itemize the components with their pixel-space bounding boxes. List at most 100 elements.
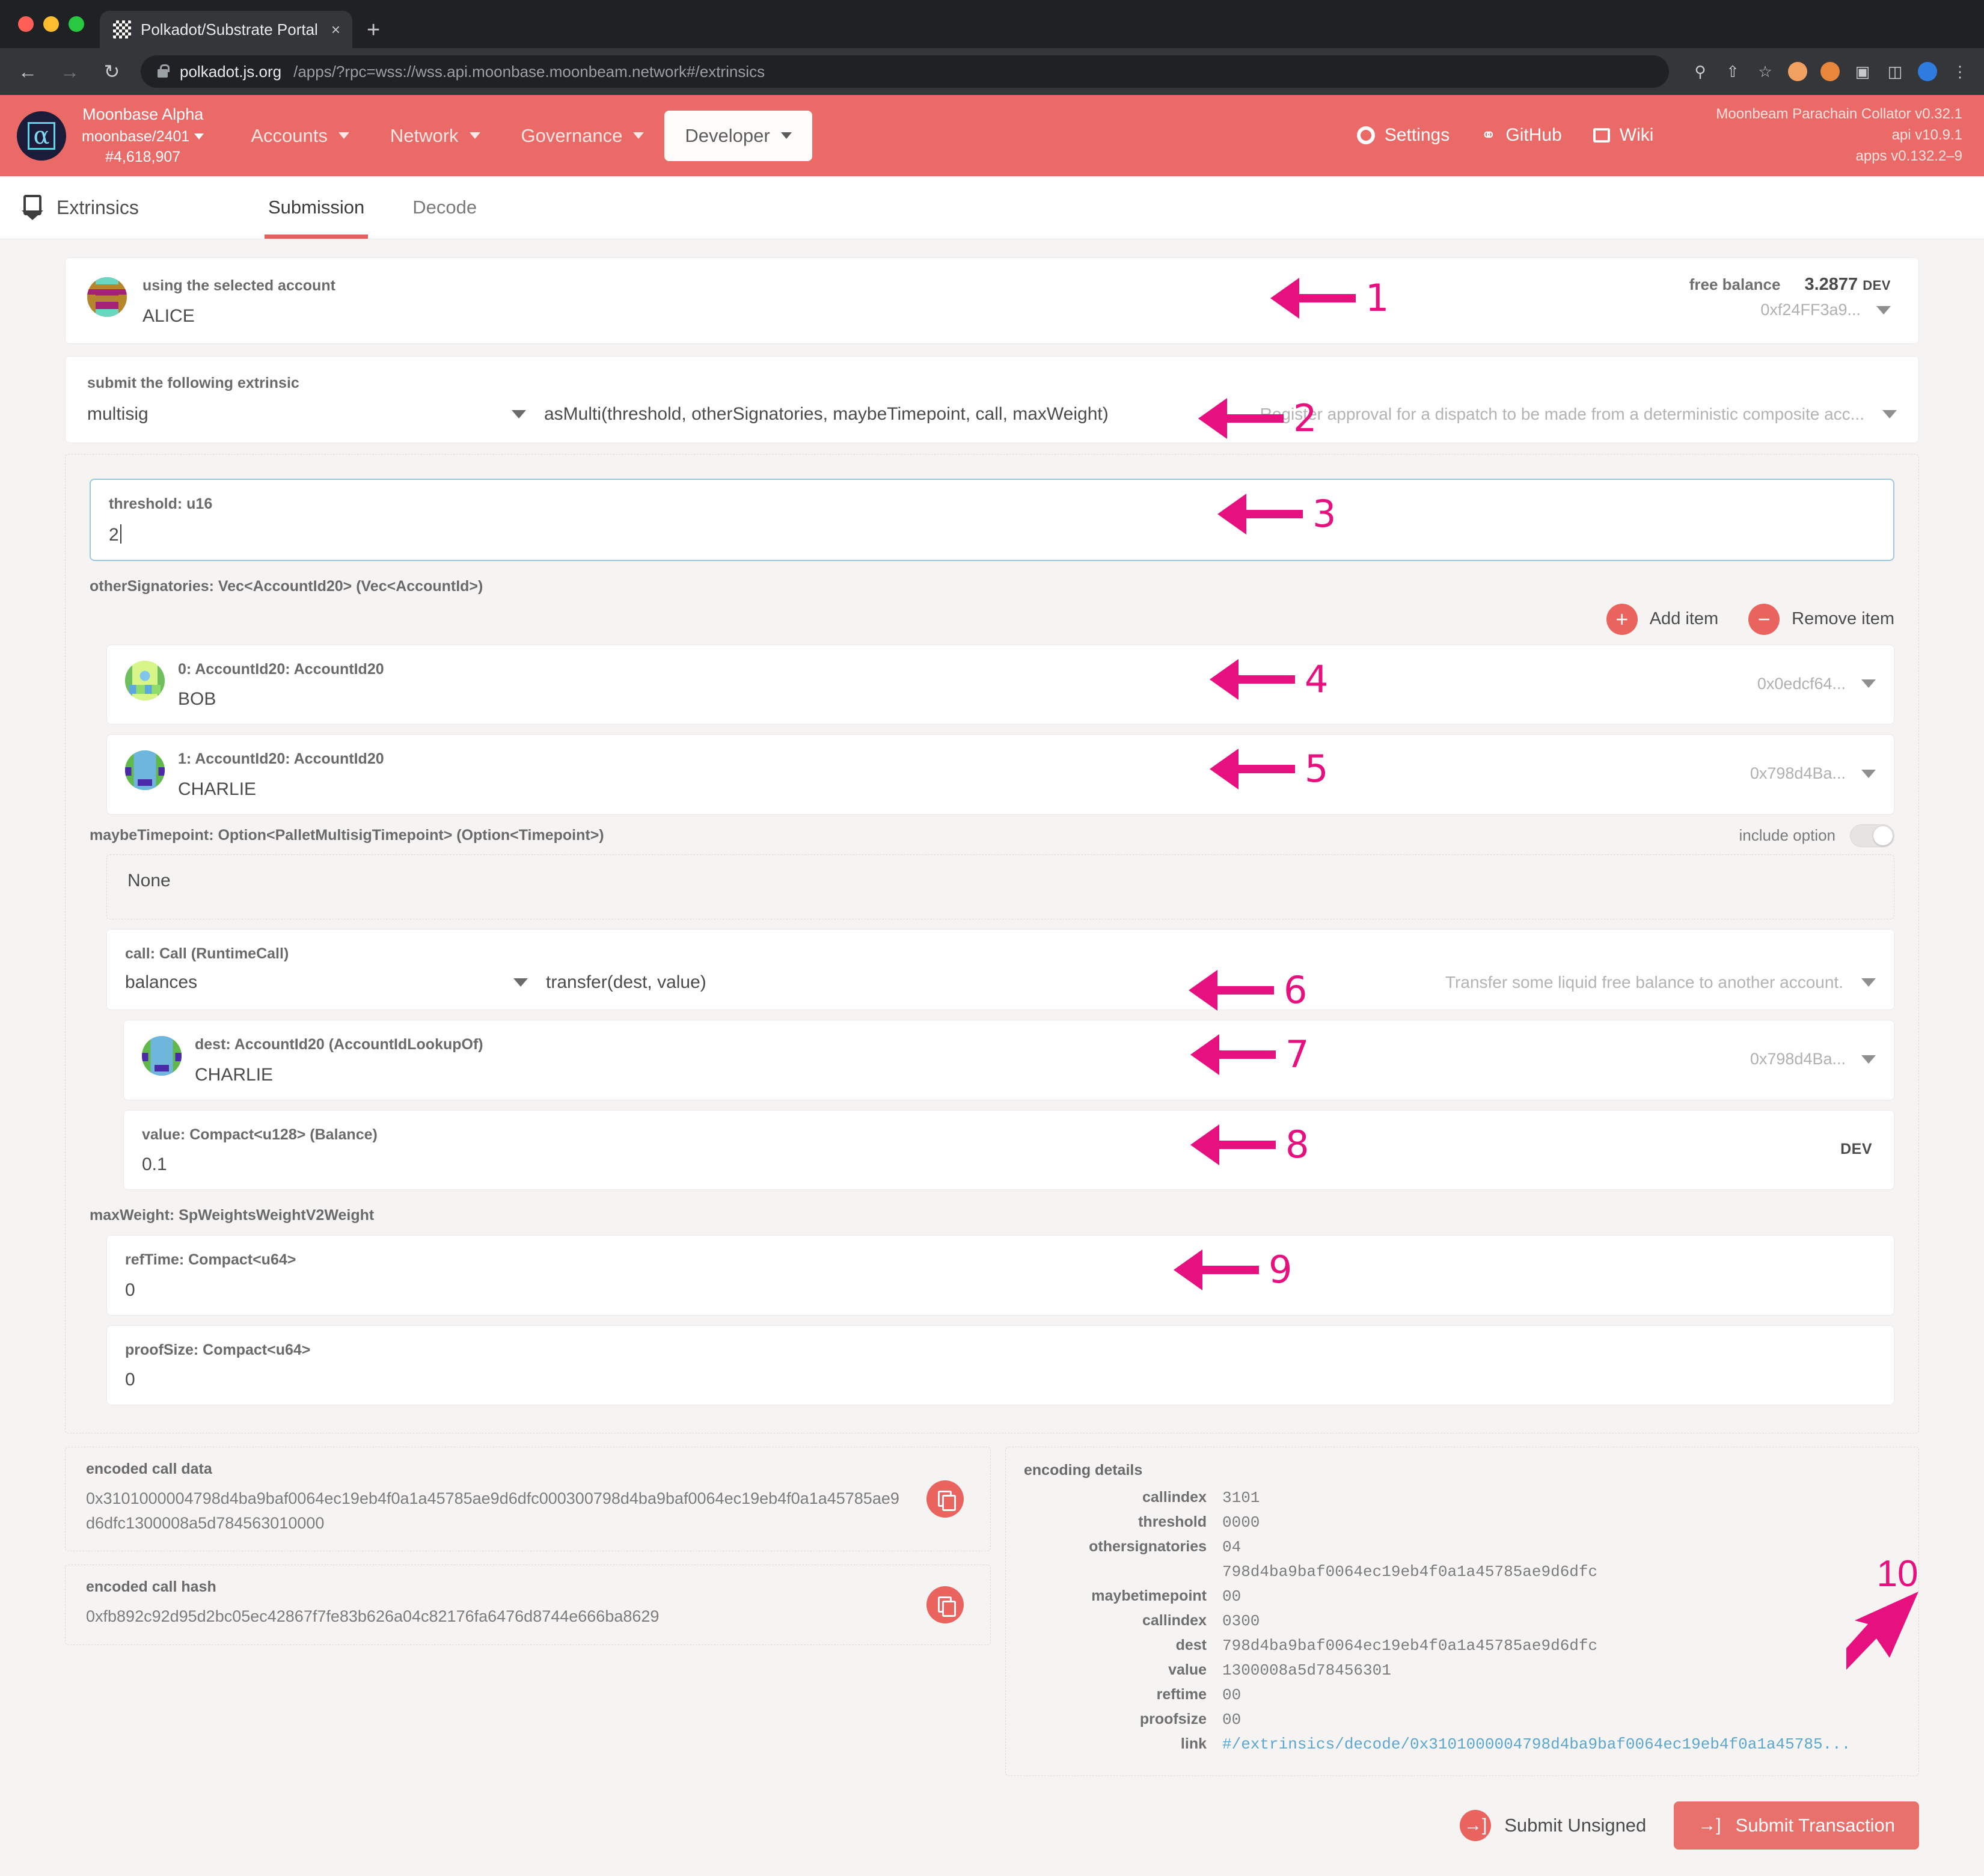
menu-icon[interactable]: ⋮ bbox=[1950, 62, 1970, 81]
chain-spec: moonbase/2401 bbox=[82, 127, 190, 145]
github-link[interactable]: ⚭ GitHub bbox=[1481, 125, 1562, 146]
remove-item-button[interactable]: − Remove item bbox=[1748, 603, 1894, 635]
maybe-timepoint-header: maybeTimepoint: Option<PalletMultisigTim… bbox=[90, 824, 1894, 847]
call-docs-select[interactable]: Transfer some liquid free balance to ano… bbox=[1445, 973, 1876, 992]
encoding-details-title: encoding details bbox=[1024, 1462, 1143, 1479]
detail-value: 00 bbox=[1222, 1587, 1242, 1605]
new-tab-button[interactable]: + bbox=[352, 17, 394, 48]
avatar bbox=[87, 277, 127, 317]
zoom-icon[interactable]: ⚲ bbox=[1691, 62, 1710, 81]
submit-icon: →] bbox=[1460, 1810, 1492, 1841]
signatory-row-0[interactable]: 0: AccountId20: AccountId20 BOB 0x0edcf6… bbox=[106, 644, 1894, 725]
call-section-select[interactable]: balances bbox=[125, 972, 546, 993]
url-path: /apps/?rpc=wss://wss.api.moonbase.moonbe… bbox=[293, 62, 765, 81]
address-bar[interactable]: polkadot.js.org/apps/?rpc=wss://wss.api.… bbox=[141, 55, 1669, 88]
extrinsic-section-value: multisig bbox=[87, 404, 148, 424]
browser-tabstrip: Polkadot/Substrate Portal × + bbox=[0, 0, 1984, 48]
call-dest-address-dropdown[interactable]: 0x798d4Ba... bbox=[1750, 1050, 1876, 1068]
decode-link[interactable]: #/extrinsics/decode/0x3101000004798d4ba9… bbox=[1222, 1735, 1851, 1753]
call-docs: Transfer some liquid free balance to ano… bbox=[1445, 973, 1843, 992]
account-value[interactable]: ALICE bbox=[142, 306, 335, 326]
account-address-dropdown[interactable]: 0xf24FF3a9... bbox=[1689, 301, 1891, 319]
submit-unsigned-label: Submit Unsigned bbox=[1504, 1815, 1647, 1836]
share-icon[interactable]: ⇧ bbox=[1723, 62, 1742, 81]
profile-icon[interactable] bbox=[1918, 62, 1937, 81]
chain-selector[interactable]: Moonbase Alpha moonbase/2401 #4,618,907 bbox=[82, 103, 204, 167]
include-option-label: include option bbox=[1739, 826, 1836, 844]
minus-icon: − bbox=[1748, 603, 1780, 635]
extrinsic-label: submit the following extrinsic bbox=[87, 374, 299, 391]
extrinsic-method-value[interactable]: asMulti(threshold, otherSignatories, may… bbox=[544, 404, 1109, 425]
tab-submission-label: Submission bbox=[268, 197, 365, 218]
call-value-field[interactable]: value: Compact<u128> (Balance) 0.1 DEV 8 bbox=[123, 1109, 1894, 1190]
nav-label-network: Network bbox=[390, 124, 459, 146]
tab-decode[interactable]: Decode bbox=[388, 176, 501, 239]
annotation-10: 10 bbox=[1846, 1556, 1930, 1676]
copy-call-hash-button[interactable] bbox=[926, 1586, 964, 1623]
reload-icon[interactable]: ↻ bbox=[99, 60, 125, 83]
free-balance-label: free balance bbox=[1689, 275, 1781, 293]
detail-value: 3101 bbox=[1222, 1489, 1260, 1507]
version-apps: apps v0.132.2–9 bbox=[1855, 147, 1962, 164]
chevron-down-icon bbox=[513, 978, 528, 987]
wiki-link[interactable]: Wiki bbox=[1593, 125, 1653, 146]
maximize-window-button[interactable] bbox=[69, 16, 84, 32]
signatory-1-address-dropdown[interactable]: 0x798d4Ba... bbox=[1750, 764, 1876, 783]
settings-label: Settings bbox=[1384, 125, 1450, 146]
detail-row-link: link #/extrinsics/decode/0x3101000004798d… bbox=[1024, 1735, 1894, 1753]
detail-key: othersignatories bbox=[1089, 1538, 1207, 1555]
omnibar-icons: ⚲ ⇧ ☆ ▣ ◫ ⋮ bbox=[1685, 62, 1970, 81]
detail-row: 798d4ba9baf0064ec19eb4f0a1a45785ae9d6dfc bbox=[1024, 1563, 1894, 1581]
chevron-down-icon bbox=[1861, 978, 1876, 987]
call-dest-field[interactable]: dest: AccountId20 (AccountIdLookupOf) CH… bbox=[123, 1020, 1894, 1100]
detail-value: 04 bbox=[1222, 1538, 1242, 1556]
nav-item-accounts[interactable]: Accounts bbox=[230, 108, 370, 164]
copy-icon bbox=[938, 1596, 956, 1617]
call-value-input: 0.1 bbox=[142, 1154, 167, 1174]
threshold-field[interactable]: threshold: u16 2 3 bbox=[90, 479, 1894, 561]
extension-orange-icon[interactable] bbox=[1788, 62, 1807, 81]
submit-unsigned-button[interactable]: →] Submit Unsigned bbox=[1460, 1810, 1646, 1841]
detail-value: 00 bbox=[1222, 1686, 1242, 1704]
submit-transaction-button[interactable]: →] Submit Transaction bbox=[1674, 1801, 1919, 1850]
chevron-down-icon bbox=[633, 132, 644, 139]
threshold-input: 2 bbox=[109, 524, 1875, 545]
extrinsic-docs-select[interactable]: Register approval for a dispatch to be m… bbox=[1260, 405, 1897, 424]
moonbeam-logo[interactable] bbox=[17, 111, 66, 161]
maybe-timepoint-none-box: None bbox=[106, 854, 1894, 919]
include-option-toggle[interactable] bbox=[1850, 824, 1894, 847]
call-dest-label: dest: AccountId20 (AccountIdLookupOf) bbox=[195, 1036, 483, 1053]
extrinsic-section-select[interactable]: multisig bbox=[87, 404, 544, 425]
signatory-row-1[interactable]: 1: AccountId20: AccountId20 CHARLIE 0x79… bbox=[106, 734, 1894, 815]
minimize-window-button[interactable] bbox=[43, 16, 59, 32]
encoded-call-hash-value: 0xfb892c92d95d2bc05ec42867f7fe83b626a04c… bbox=[86, 1607, 660, 1625]
browser-tab[interactable]: Polkadot/Substrate Portal × bbox=[100, 11, 352, 48]
copy-call-data-button[interactable] bbox=[926, 1480, 964, 1518]
nav-item-network[interactable]: Network bbox=[370, 108, 501, 164]
browser-chrome: Polkadot/Substrate Portal × + ← → ↻ polk… bbox=[0, 0, 1984, 95]
bookmark-icon[interactable]: ☆ bbox=[1756, 62, 1775, 81]
detail-key: reftime bbox=[1156, 1686, 1207, 1703]
proof-size-field[interactable]: proofSize: Compact<u64> 0 bbox=[106, 1325, 1894, 1405]
close-tab-icon[interactable]: × bbox=[331, 22, 340, 37]
add-item-button[interactable]: + Add item bbox=[1606, 603, 1718, 635]
encoded-call-data-value: 0x3101000004798d4ba9baf0064ec19eb4f0a1a4… bbox=[86, 1489, 899, 1532]
maybe-timepoint-label: maybeTimepoint: Option<PalletMultisigTim… bbox=[90, 827, 604, 844]
close-window-button[interactable] bbox=[18, 16, 34, 32]
nav-item-developer[interactable]: Developer bbox=[664, 110, 812, 161]
back-icon[interactable]: ← bbox=[14, 61, 41, 83]
nav-item-governance[interactable]: Governance bbox=[501, 108, 665, 164]
detail-value: 0300 bbox=[1222, 1612, 1260, 1630]
sidepanel-icon[interactable]: ◫ bbox=[1885, 62, 1905, 81]
ref-time-field[interactable]: refTime: Compact<u64> 0 9 bbox=[106, 1235, 1894, 1316]
signatory-0-address-dropdown[interactable]: 0x0edcf64... bbox=[1757, 675, 1876, 693]
call-method-value[interactable]: transfer(dest, value) bbox=[546, 972, 706, 993]
tab-submission[interactable]: Submission bbox=[244, 176, 388, 239]
puzzle-icon[interactable]: ▣ bbox=[1853, 62, 1872, 81]
nav-label-accounts: Accounts bbox=[251, 124, 328, 146]
extension-fox-icon[interactable] bbox=[1820, 62, 1840, 81]
settings-button[interactable]: Settings bbox=[1356, 125, 1450, 146]
tab-title: Polkadot/Substrate Portal bbox=[141, 20, 318, 38]
forward-icon[interactable]: → bbox=[57, 61, 83, 83]
detail-key: value bbox=[1168, 1661, 1207, 1678]
